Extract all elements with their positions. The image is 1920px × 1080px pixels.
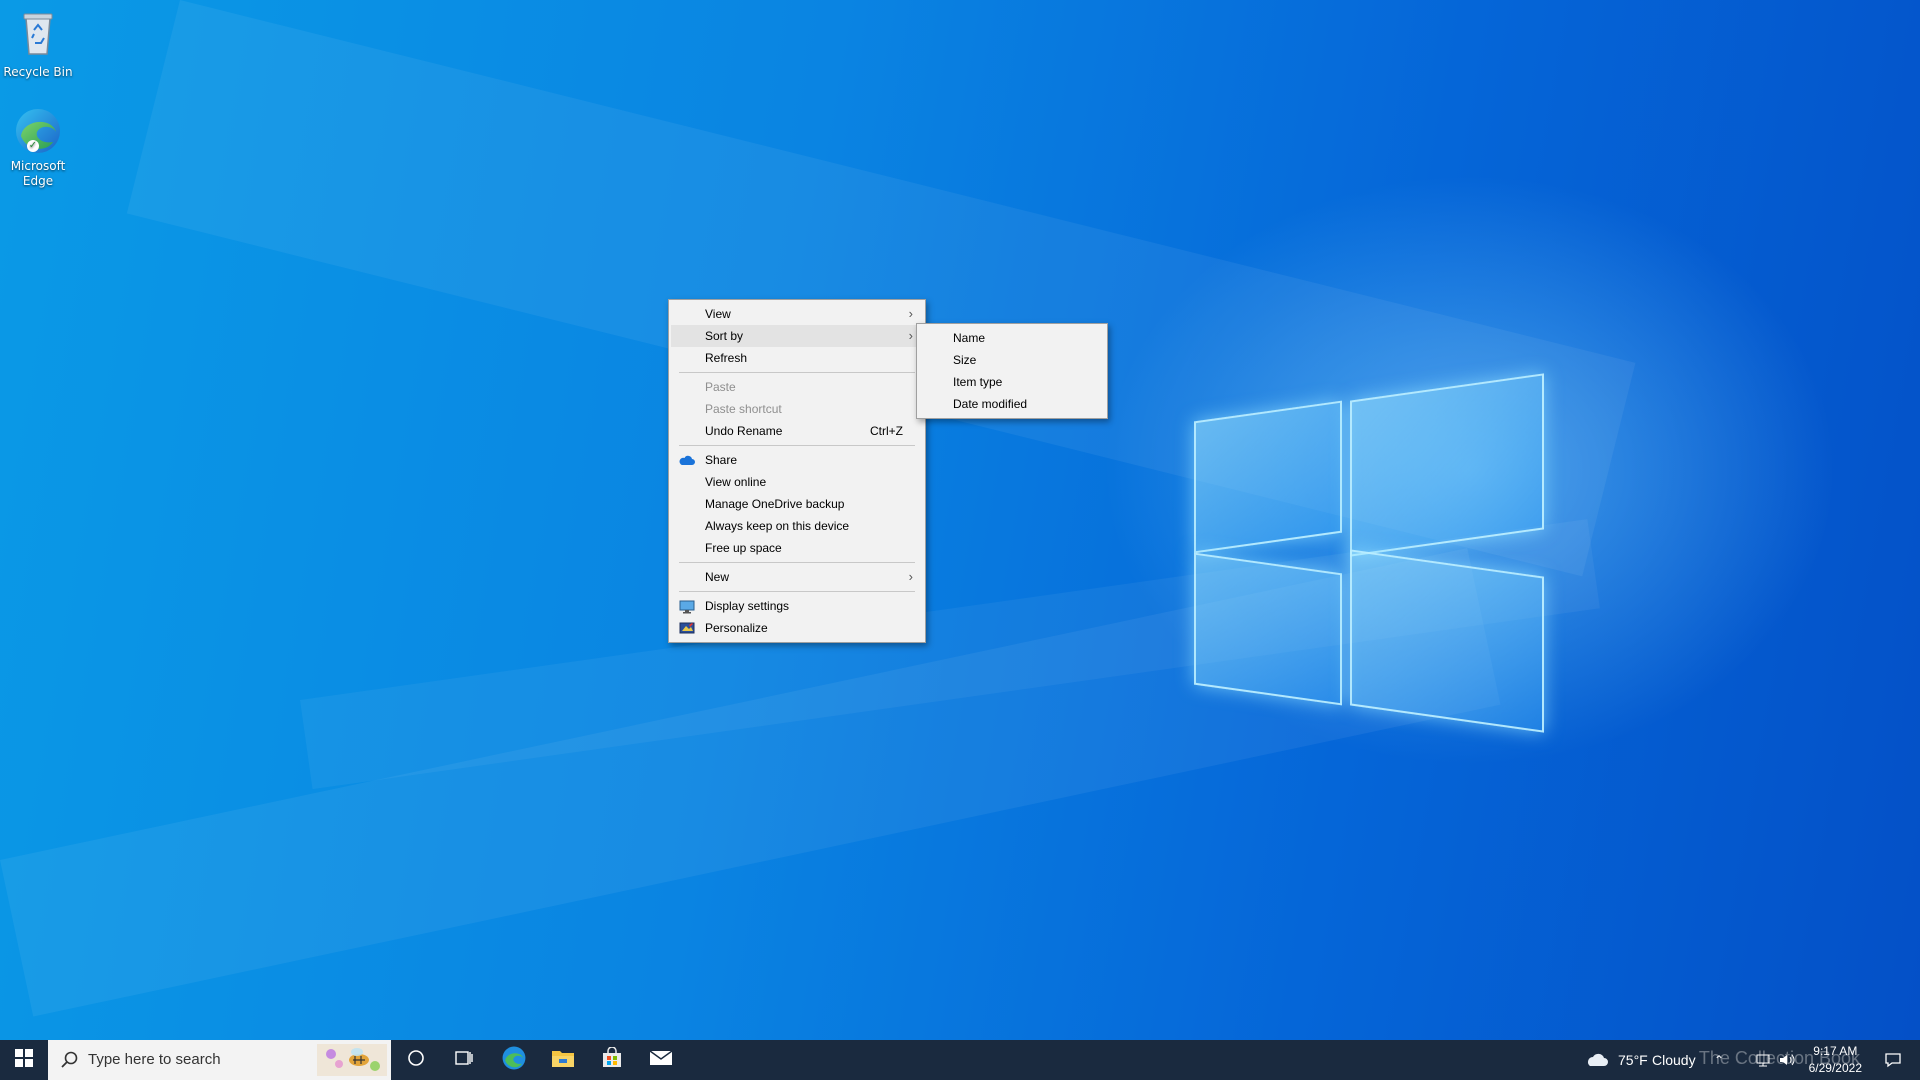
menu-item-label: View bbox=[705, 307, 731, 321]
volume-icon[interactable] bbox=[1778, 1052, 1796, 1072]
submenu-item-label: Name bbox=[953, 331, 986, 345]
personalize-icon bbox=[679, 621, 695, 635]
clock-time: 9:17 AM bbox=[1813, 1044, 1858, 1058]
submenu-item-label: Item type bbox=[953, 375, 1003, 389]
taskbar-search-box[interactable]: Type here to search bbox=[48, 1040, 391, 1080]
search-placeholder: Type here to search bbox=[88, 1051, 221, 1068]
menu-item-view[interactable]: View › bbox=[671, 303, 923, 325]
menu-separator bbox=[679, 591, 915, 592]
menu-item-always-keep[interactable]: Always keep on this device bbox=[671, 515, 923, 537]
task-view-icon bbox=[454, 1049, 474, 1071]
menu-item-label: Paste bbox=[705, 380, 736, 394]
network-icon[interactable] bbox=[1755, 1052, 1771, 1072]
submenu-item-label: Size bbox=[953, 353, 977, 367]
menu-item-sort-by[interactable]: Sort by › bbox=[671, 325, 923, 347]
menu-item-refresh[interactable]: Refresh bbox=[671, 347, 923, 369]
menu-item-paste-shortcut[interactable]: Paste shortcut bbox=[671, 398, 923, 420]
submenu-item-name[interactable]: Name bbox=[919, 327, 1105, 349]
menu-separator bbox=[679, 562, 915, 563]
onedrive-cloud-icon bbox=[679, 453, 695, 467]
menu-item-undo-rename[interactable]: Undo Rename Ctrl+Z bbox=[671, 420, 923, 442]
store-icon bbox=[601, 1046, 623, 1073]
edge-icon: ✓ bbox=[13, 106, 63, 156]
menu-separator bbox=[679, 445, 915, 446]
recycle-bin-icon bbox=[1, 8, 75, 62]
desktop-icon-edge[interactable]: ✓ Microsoft Edge bbox=[1, 106, 75, 189]
weather-cloud-icon[interactable] bbox=[1585, 1052, 1609, 1072]
windows-logo-wallpaper bbox=[1190, 373, 1550, 740]
weather-condition[interactable]: Cloudy bbox=[1652, 1040, 1696, 1080]
search-highlight-illustration-icon bbox=[317, 1044, 387, 1076]
menu-item-label: View online bbox=[705, 475, 767, 489]
edge-icon bbox=[501, 1045, 527, 1075]
menu-item-label: Paste shortcut bbox=[705, 402, 782, 416]
desktop-icon-recycle-bin[interactable]: Recycle Bin bbox=[1, 8, 75, 80]
menu-item-share[interactable]: Share bbox=[671, 449, 923, 471]
menu-item-label: Display settings bbox=[705, 599, 790, 613]
display-icon bbox=[679, 599, 695, 614]
taskbar-clock[interactable]: 9:17 AM 6/29/2022 bbox=[1809, 1043, 1862, 1077]
menu-item-label: Always keep on this device bbox=[705, 519, 850, 533]
menu-item-label: Free up space bbox=[705, 541, 782, 555]
chevron-right-icon: › bbox=[908, 306, 913, 321]
menu-item-manage-onedrive-backup[interactable]: Manage OneDrive backup bbox=[671, 493, 923, 515]
menu-item-label: Undo Rename bbox=[705, 424, 783, 438]
taskbar-file-explorer-button[interactable] bbox=[539, 1040, 587, 1080]
mail-icon bbox=[649, 1049, 673, 1071]
taskbar-store-button[interactable] bbox=[588, 1040, 636, 1080]
start-button[interactable] bbox=[0, 1040, 48, 1080]
menu-item-label: Manage OneDrive backup bbox=[705, 497, 845, 511]
search-icon bbox=[61, 1051, 79, 1073]
taskbar: Type here to search 75°F Cloudy ⌃ The Co… bbox=[0, 1040, 1920, 1080]
menu-item-free-up-space[interactable]: Free up space bbox=[671, 537, 923, 559]
menu-item-personalize[interactable]: Personalize bbox=[671, 617, 923, 639]
keyboard-shortcut: Ctrl+Z bbox=[870, 424, 903, 438]
weather-temperature[interactable]: 75°F bbox=[1618, 1040, 1648, 1080]
submenu-item-item-type[interactable]: Item type bbox=[919, 371, 1105, 393]
file-explorer-icon bbox=[551, 1048, 575, 1072]
sync-check-icon: ✓ bbox=[27, 140, 39, 152]
submenu-item-date-modified[interactable]: Date modified bbox=[919, 393, 1105, 415]
cortana-icon bbox=[407, 1049, 425, 1071]
menu-item-new[interactable]: New › bbox=[671, 566, 923, 588]
menu-item-label: New bbox=[705, 570, 730, 584]
desktop-icon-label: Microsoft Edge bbox=[10, 159, 66, 188]
menu-item-label: Sort by bbox=[705, 329, 744, 343]
windows-start-icon bbox=[15, 1049, 33, 1071]
clock-date: 6/29/2022 bbox=[1808, 1061, 1862, 1075]
menu-item-paste[interactable]: Paste bbox=[671, 376, 923, 398]
task-view-button[interactable] bbox=[440, 1040, 488, 1080]
menu-item-label: Personalize bbox=[705, 621, 768, 635]
chevron-right-icon: › bbox=[908, 569, 913, 584]
menu-separator bbox=[679, 372, 915, 373]
desktop-wallpaper[interactable] bbox=[0, 0, 1920, 1040]
taskbar-mail-button[interactable] bbox=[637, 1040, 685, 1080]
sort-by-submenu: Name Size Item type Date modified bbox=[916, 323, 1108, 419]
menu-item-label: Refresh bbox=[705, 351, 748, 365]
cortana-button[interactable] bbox=[392, 1040, 440, 1080]
menu-item-display-settings[interactable]: Display settings bbox=[671, 595, 923, 617]
desktop-icon-label: Recycle Bin bbox=[3, 65, 73, 79]
desktop-context-menu: View › Sort by › Refresh Paste Paste sho… bbox=[668, 299, 926, 643]
submenu-item-size[interactable]: Size bbox=[919, 349, 1105, 371]
taskbar-edge-button[interactable] bbox=[490, 1040, 538, 1080]
menu-item-label: Share bbox=[705, 453, 738, 467]
submenu-item-label: Date modified bbox=[953, 397, 1028, 411]
chevron-right-icon: › bbox=[908, 328, 913, 343]
action-center-notification-icon[interactable] bbox=[1884, 1052, 1902, 1072]
menu-item-view-online[interactable]: View online bbox=[671, 471, 923, 493]
